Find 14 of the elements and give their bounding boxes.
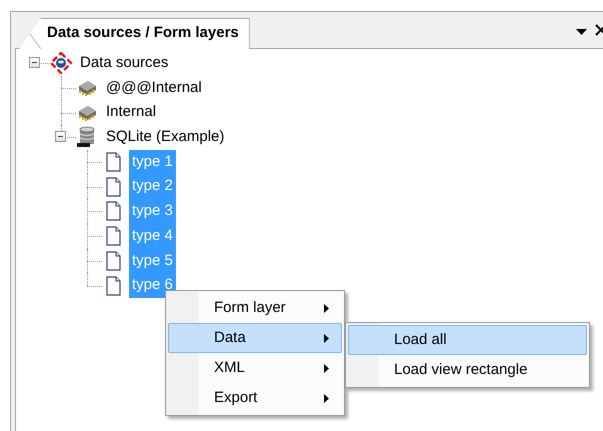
panel-tab[interactable]: Data sources / Form layers xyxy=(19,18,250,49)
tree-item[interactable]: SQLite (Example) xyxy=(103,125,228,150)
dropdown-icon[interactable] xyxy=(576,28,587,36)
menu-item[interactable]: Load all xyxy=(348,325,587,355)
menu-item[interactable]: Load view rectangle xyxy=(348,355,587,385)
tree-item[interactable]: Data sources xyxy=(77,51,172,76)
menu-item[interactable]: XML xyxy=(168,353,342,383)
menu-item[interactable]: Export xyxy=(168,383,342,413)
tree-item[interactable]: @@@Internal xyxy=(103,76,205,100)
data-source-icon xyxy=(50,52,72,74)
expander[interactable] xyxy=(29,57,40,68)
tree-item[interactable]: Internal xyxy=(103,100,160,126)
menu-item[interactable]: Data xyxy=(168,323,342,353)
expander[interactable] xyxy=(55,131,66,142)
